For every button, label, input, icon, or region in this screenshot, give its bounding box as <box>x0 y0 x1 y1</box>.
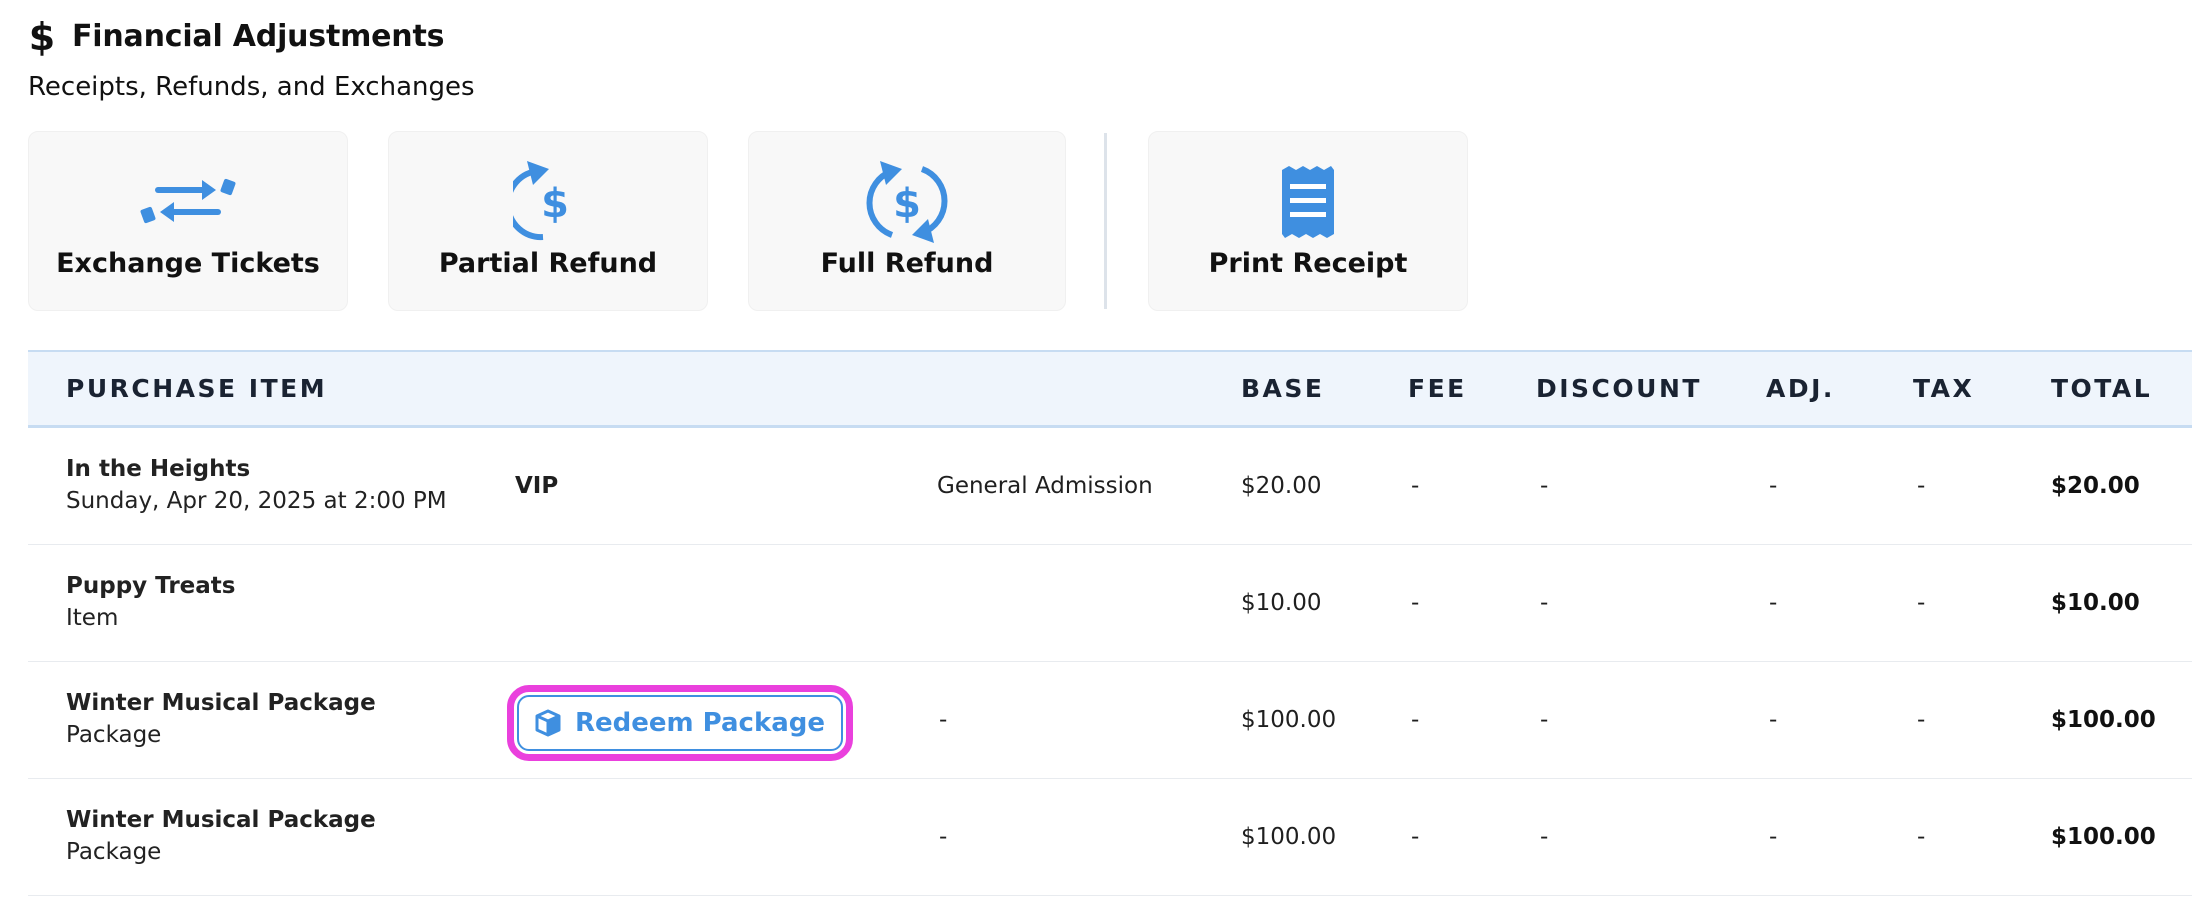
svg-text:$: $ <box>29 16 55 56</box>
cell-fee: - <box>1411 824 1420 850</box>
cell-discount: - <box>1540 473 1549 499</box>
table-row: Winter Musical Package Package - $100.00… <box>28 779 2192 896</box>
cell-base: $100.00 <box>1241 707 1337 733</box>
header-base: BASE <box>1241 374 1325 403</box>
cell-tax: - <box>1917 590 1926 616</box>
print-receipt-button[interactable]: Print Receipt <box>1148 131 1468 311</box>
purchase-table: PURCHASE ITEM BASE FEE DISCOUNT ADJ. TAX… <box>28 350 2192 896</box>
redeem-package-label: Redeem Package <box>574 708 826 738</box>
cell-adj: - <box>1769 707 1778 733</box>
page-header: $ Financial Adjustments Receipts, Refund… <box>28 14 475 102</box>
svg-text:$: $ <box>541 181 569 227</box>
cell-fee: - <box>1411 707 1420 733</box>
cell-tax: - <box>1917 473 1926 499</box>
cell-tax: - <box>1917 824 1926 850</box>
table-header: PURCHASE ITEM BASE FEE DISCOUNT ADJ. TAX… <box>28 350 2192 428</box>
cell-tax: - <box>1917 707 1926 733</box>
cell-fee: - <box>1411 473 1420 499</box>
svg-text:$: $ <box>893 181 921 227</box>
cell-adj: - <box>1769 473 1778 499</box>
cell-fee: - <box>1411 590 1420 616</box>
cell-total: $100.00 <box>2051 707 2156 733</box>
item-name: Puppy Treats <box>66 573 236 599</box>
cell-total: $10.00 <box>2051 590 2140 616</box>
action-cards: Exchange Tickets $ Partial Refund $ Full… <box>28 131 1468 311</box>
action-label: Partial Refund <box>438 248 658 279</box>
action-label: Full Refund <box>820 248 994 279</box>
cell-discount: - <box>1540 707 1549 733</box>
cell-adj: - <box>1769 824 1778 850</box>
action-divider <box>1104 133 1107 309</box>
redeem-package-highlight: Redeem Package <box>507 685 853 761</box>
header-adj: ADJ. <box>1766 374 1835 403</box>
cell-adj: - <box>1769 590 1778 616</box>
item-subtitle: Package <box>66 839 162 865</box>
exchange-arrows-icon <box>140 178 236 224</box>
cell-discount: - <box>1540 590 1549 616</box>
header-fee: FEE <box>1408 374 1467 403</box>
title-row: $ Financial Adjustments <box>28 14 475 58</box>
item-name: Winter Musical Package <box>66 690 376 716</box>
item-section: - <box>939 707 948 733</box>
item-name: Winter Musical Package <box>66 807 376 833</box>
cell-discount: - <box>1540 824 1549 850</box>
cell-base: $10.00 <box>1241 590 1322 616</box>
header-purchase-item: PURCHASE ITEM <box>66 374 328 403</box>
redeem-package-button[interactable]: Redeem Package <box>517 695 843 751</box>
partial-refund-button[interactable]: $ Partial Refund <box>388 131 708 311</box>
header-total: TOTAL <box>2051 374 2153 403</box>
partial-refund-icon: $ <box>513 161 569 241</box>
cell-base: $100.00 <box>1241 824 1337 850</box>
item-subtitle: Item <box>66 605 119 631</box>
header-discount: DISCOUNT <box>1536 374 1702 403</box>
header-tax: TAX <box>1913 374 1975 403</box>
item-subtitle: Sunday, Apr 20, 2025 at 2:00 PM <box>66 488 447 514</box>
page-title: Financial Adjustments <box>72 18 445 54</box>
exchange-tickets-button[interactable]: Exchange Tickets <box>28 131 348 311</box>
action-label: Print Receipt <box>1208 248 1408 279</box>
cell-total: $100.00 <box>2051 824 2156 850</box>
receipt-icon <box>1282 166 1334 238</box>
table-row: Winter Musical Package Package Redeem Pa… <box>28 662 2192 779</box>
item-variant: VIP <box>515 473 559 499</box>
full-refund-button[interactable]: $ Full Refund <box>748 131 1066 311</box>
full-refund-icon: $ <box>866 161 948 243</box>
item-section: - <box>939 824 948 850</box>
dollar-icon: $ <box>29 16 55 56</box>
page-subtitle: Receipts, Refunds, and Exchanges <box>28 72 475 102</box>
item-name: In the Heights <box>66 456 251 482</box>
package-box-icon <box>535 709 561 737</box>
action-label: Exchange Tickets <box>56 248 320 279</box>
table-row: Puppy Treats Item $10.00 - - - - $10.00 <box>28 545 2192 662</box>
cell-total: $20.00 <box>2051 473 2140 499</box>
item-section: General Admission <box>937 473 1153 499</box>
cell-base: $20.00 <box>1241 473 1322 499</box>
table-row: In the Heights Sunday, Apr 20, 2025 at 2… <box>28 428 2192 545</box>
item-subtitle: Package <box>66 722 162 748</box>
